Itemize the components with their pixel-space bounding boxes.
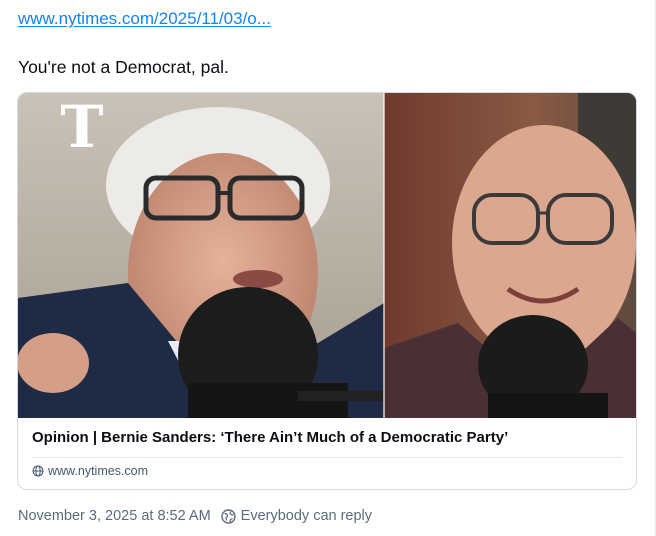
- post-text: You're not a Democrat, pal.: [18, 57, 229, 77]
- globe-icon: [32, 465, 44, 477]
- post-timestamp[interactable]: November 3, 2025 at 8:52 AM: [18, 508, 211, 524]
- reply-settings-label: Everybody can reply: [240, 508, 373, 524]
- post-link[interactable]: www.nytimes.com/2025/11/03/o...: [18, 9, 271, 29]
- card-title: Opinion | Bernie Sanders: ‘There Ain’t M…: [32, 429, 509, 446]
- card-image: T: [18, 93, 636, 418]
- nyt-logo: T: [60, 93, 103, 161]
- globe-earth-icon: [220, 508, 236, 524]
- post-meta: November 3, 2025 at 8:52 AM Everybody ca…: [18, 508, 372, 524]
- card-domain: www.nytimes.com: [32, 464, 148, 478]
- reply-settings[interactable]: Everybody can reply: [220, 508, 373, 524]
- link-preview-card[interactable]: T Opinion | Bernie Sanders: ‘There Ain’t…: [17, 92, 637, 490]
- card-domain-label: www.nytimes.com: [48, 464, 149, 478]
- card-divider: [32, 457, 622, 458]
